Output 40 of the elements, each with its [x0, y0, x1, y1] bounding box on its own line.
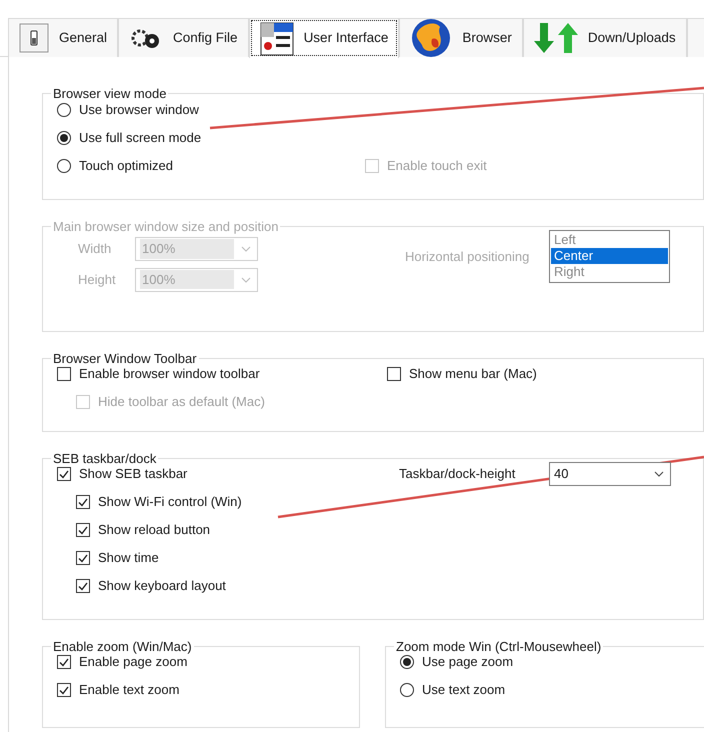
check-icon — [59, 686, 69, 694]
chevron-down-icon — [654, 471, 664, 477]
window-icon — [260, 22, 294, 56]
dropdown[interactable]: 40 — [549, 462, 671, 486]
check-icon — [78, 498, 88, 506]
radio-button[interactable]: Use text zoom — [400, 676, 704, 704]
tab[interactable]: Down/Uploads — [522, 18, 687, 57]
globe-icon — [410, 17, 452, 59]
tab[interactable]: General — [8, 18, 118, 57]
group-title: Browser Window Toolbar — [52, 352, 198, 365]
checkbox[interactable]: Show reload button — [76, 516, 210, 544]
tab[interactable]: Config File — [118, 18, 249, 57]
group-title: SEB taskbar/dock — [52, 452, 158, 465]
check-icon — [78, 526, 88, 534]
tab[interactable]: Browser — [399, 18, 523, 57]
check-icon — [78, 554, 88, 562]
group-title: Main browser window size and position — [52, 220, 280, 233]
switch-icon — [19, 23, 49, 53]
arrows-icon — [534, 21, 578, 55]
field-label: Taskbar/dock-height — [399, 465, 516, 484]
chevron-down-icon — [241, 246, 251, 252]
group-title: Browser view mode — [52, 87, 168, 100]
field-label: Width — [78, 240, 112, 258]
checkbox[interactable]: Show keyboard layout — [76, 572, 226, 600]
radio-button[interactable]: Touch optimized — [57, 152, 365, 180]
check-icon — [59, 470, 69, 478]
check-icon — [59, 658, 69, 666]
tab[interactable]: User Interface — [248, 18, 400, 58]
tab[interactable] — [686, 18, 704, 57]
checkbox[interactable]: Show Wi-Fi control (Win) — [76, 488, 242, 516]
radio-button[interactable]: Use full screen mode — [57, 124, 202, 152]
field-label: Horizontal positioning — [405, 248, 530, 266]
checkbox[interactable]: Show menu bar (Mac) — [387, 360, 537, 388]
group-title: Enable zoom (Win/Mac) — [52, 640, 193, 653]
check-icon — [78, 582, 88, 590]
chevron-down-icon — [241, 276, 251, 282]
group-title: Zoom mode Win (Ctrl-Mousewheel) — [395, 640, 602, 653]
field-label: Height — [78, 270, 117, 289]
checkbox[interactable]: Enable text zoom — [57, 676, 359, 704]
checkbox[interactable]: Show time — [76, 544, 159, 572]
